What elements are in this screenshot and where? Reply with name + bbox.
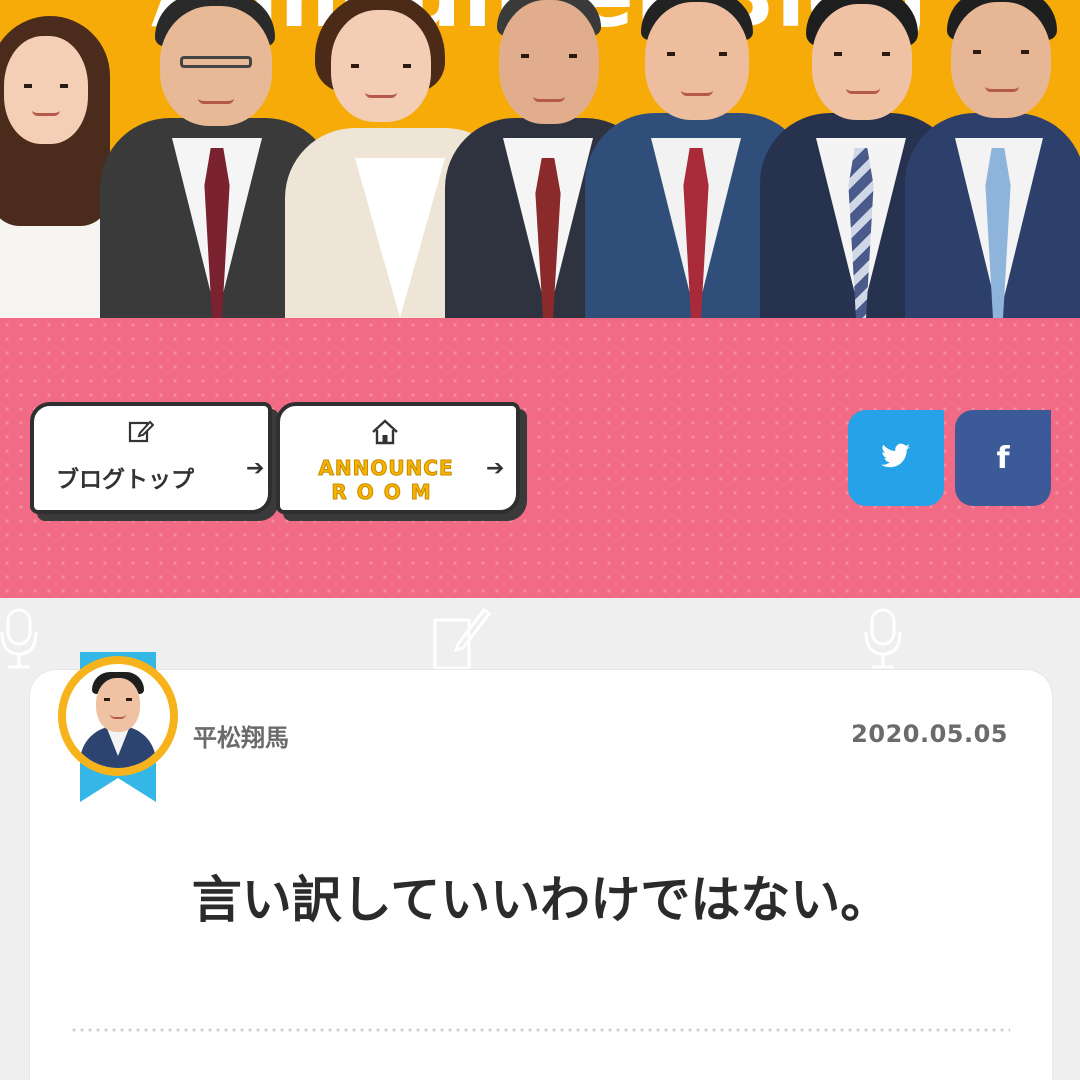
facebook-share-button[interactable]: f <box>955 410 1051 506</box>
announce-room-line1: ANNOUNCE <box>318 456 454 481</box>
announce-room-logo: ANNOUNCE ROOM <box>296 456 476 505</box>
announce-room-button[interactable]: ANNOUNCE ROOM ➔ <box>276 402 520 514</box>
author-avatar[interactable] <box>66 664 170 768</box>
note-edit-icon <box>432 606 492 676</box>
blog-top-button[interactable]: ブログトップ ➔ <box>30 402 272 514</box>
facebook-icon: f <box>996 440 1010 476</box>
header-banner[interactable]: Announcer Blog <box>0 0 1080 318</box>
microphone-icon <box>864 606 904 676</box>
home-icon <box>370 418 400 450</box>
arrow-right-icon: ➔ <box>486 456 505 481</box>
twitter-share-button[interactable] <box>848 410 944 506</box>
arrow-right-icon: ➔ <box>246 456 265 481</box>
nav-band: ブログトップ ➔ ANNOUNCE ROOM ➔ f <box>0 318 1080 598</box>
announcer-photo-7 <box>905 0 1080 318</box>
post-date: 2020.05.05 <box>851 720 1008 748</box>
blog-page: Announcer Blog <box>0 0 1080 1080</box>
post-title: 言い訳していいわけではない。 <box>191 871 891 929</box>
edit-icon <box>128 418 155 448</box>
microphone-icon <box>0 606 40 676</box>
dotted-divider <box>70 1026 1010 1034</box>
blog-top-label: ブログトップ <box>56 467 194 493</box>
announce-room-line2: ROOM <box>331 480 441 505</box>
twitter-icon <box>881 443 911 473</box>
author-name[interactable]: 平松翔馬 <box>193 718 289 753</box>
